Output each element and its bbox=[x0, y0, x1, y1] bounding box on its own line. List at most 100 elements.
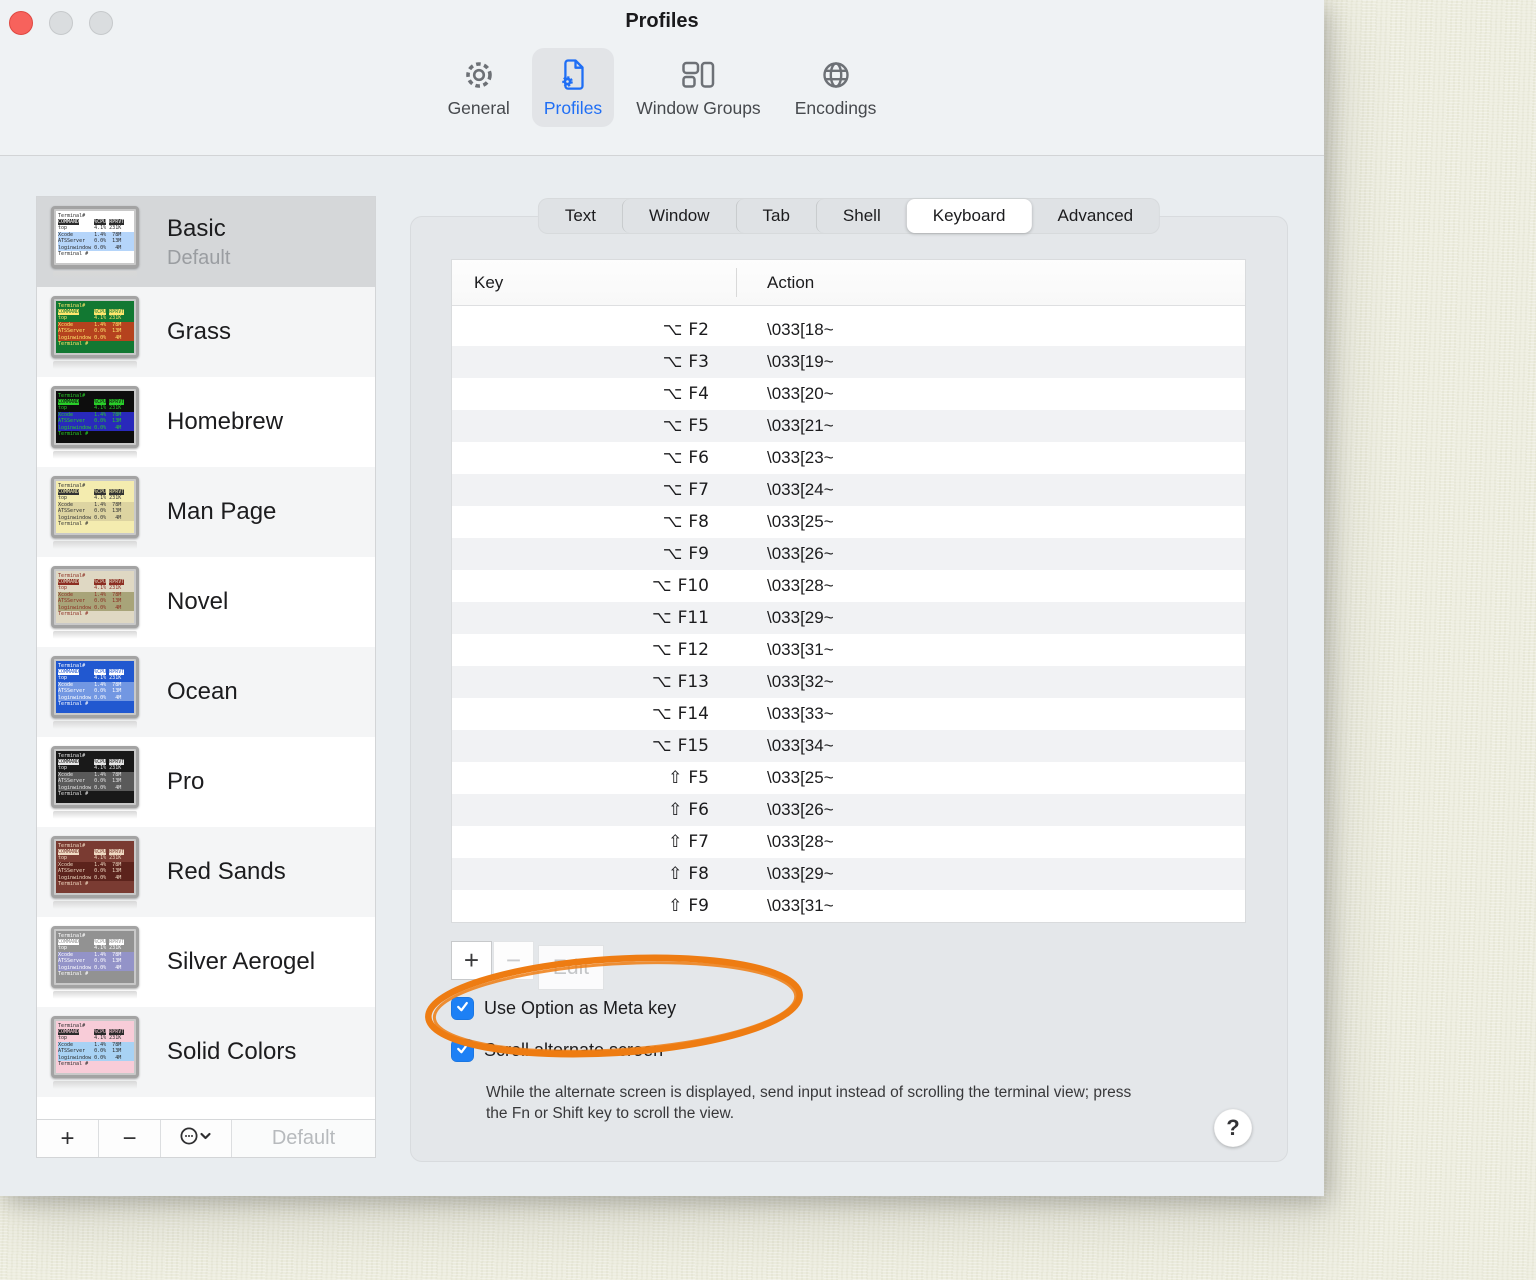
modifier-glyph: ⌥ bbox=[651, 608, 672, 628]
remove-key-button[interactable]: − bbox=[493, 941, 534, 980]
key-name: F9 bbox=[688, 896, 709, 916]
profile-thumbnail: Terminal# COMMAND %CPU RPRVT top 4.1% 231K… bbox=[51, 565, 145, 639]
sidebar-item-grass[interactable]: Terminal# COMMAND %CPU RPRVT top 4.1% 231K… bbox=[37, 287, 375, 377]
shortcut-row[interactable]: ⌥ F5 \033[21~ bbox=[452, 410, 1245, 442]
modifier-glyph: ⌥ bbox=[662, 320, 683, 340]
gear-icon bbox=[459, 55, 499, 95]
use-option-as-meta-key-checkbox[interactable] bbox=[451, 997, 474, 1020]
toolbar-item-general[interactable]: General bbox=[436, 48, 522, 127]
shortcut-row[interactable]: ⌥ F12 \033[31~ bbox=[452, 634, 1245, 666]
toolbar-item-window-groups[interactable]: Window Groups bbox=[624, 48, 773, 127]
sidebar-item-pro[interactable]: Terminal# COMMAND %CPU RPRVT top 4.1% 231K… bbox=[37, 737, 375, 827]
thumbnail-reflection bbox=[53, 630, 137, 639]
scroll-alternate-screen-checkbox[interactable] bbox=[451, 1039, 474, 1062]
modifier-glyph: ⌥ bbox=[662, 544, 683, 564]
tab-shell[interactable]: Shell bbox=[815, 199, 907, 233]
keyboard-shortcuts-table: Key Action ⌥ F2 \033[18~ ⌥ F3 \033[19~ ⌥ F4… bbox=[451, 259, 1246, 923]
shortcut-row[interactable]: ⇧ F6 \033[26~ bbox=[452, 794, 1245, 826]
key-name: F2 bbox=[688, 320, 709, 340]
action-sequence: \033[25~ bbox=[767, 512, 834, 531]
action-sequence: \033[31~ bbox=[767, 640, 834, 659]
shortcut-row[interactable]: ⌥ F9 \033[26~ bbox=[452, 538, 1245, 570]
key-name: F15 bbox=[677, 736, 709, 756]
tab-tab[interactable]: Tab bbox=[735, 199, 816, 233]
shortcut-row[interactable]: ⇧ F9 \033[31~ bbox=[452, 890, 1245, 922]
thumbnail-reflection bbox=[53, 270, 137, 279]
sidebar-item-basic[interactable]: Terminal# COMMAND %CPU RPRVT top 4.1% 231K… bbox=[37, 197, 375, 287]
modifier-glyph: ⌥ bbox=[662, 448, 683, 468]
shortcut-row[interactable]: ⌥ F10 \033[28~ bbox=[452, 570, 1245, 602]
thumbnail-reflection bbox=[53, 720, 137, 729]
shortcut-row[interactable]: ⌥ F2 \033[18~ bbox=[452, 314, 1245, 346]
action-sequence: \033[25~ bbox=[767, 768, 834, 787]
action-sequence: \033[29~ bbox=[767, 864, 834, 883]
sidebar-item-ocean[interactable]: Terminal# COMMAND %CPU RPRVT top 4.1% 231K… bbox=[37, 647, 375, 737]
sidebar-item-man-page[interactable]: Terminal# COMMAND %CPU RPRVT top 4.1% 231K… bbox=[37, 467, 375, 557]
action-sequence: \033[26~ bbox=[767, 800, 834, 819]
key-name: F7 bbox=[688, 480, 709, 500]
modifier-glyph: ⇧ bbox=[668, 864, 683, 884]
modifier-glyph: ⌥ bbox=[651, 672, 672, 692]
shortcut-row[interactable]: ⌥ F6 \033[23~ bbox=[452, 442, 1245, 474]
shortcut-row[interactable]: ⌥ F3 \033[19~ bbox=[452, 346, 1245, 378]
shortcut-row[interactable]: ⌥ F13 \033[32~ bbox=[452, 666, 1245, 698]
shortcut-row[interactable]: ⌥ F7 \033[24~ bbox=[452, 474, 1245, 506]
window-title: Profiles bbox=[625, 10, 699, 32]
shortcut-row[interactable]: ⌥ F14 \033[33~ bbox=[452, 698, 1245, 730]
modifier-glyph: ⌥ bbox=[662, 512, 683, 532]
action-sequence: \033[28~ bbox=[767, 576, 834, 595]
titlebar: Profiles General Profiles Window Groups … bbox=[0, 0, 1324, 156]
tab-keyboard[interactable]: Keyboard bbox=[906, 199, 1032, 233]
column-header-action: Action bbox=[767, 272, 815, 292]
modifier-glyph: ⌥ bbox=[651, 640, 672, 660]
shortcut-row[interactable]: ⌥ F4 \033[20~ bbox=[452, 378, 1245, 410]
key-name: F10 bbox=[677, 576, 709, 596]
shortcut-row[interactable]: ⇧ F7 \033[28~ bbox=[452, 826, 1245, 858]
profile-thumbnail: Terminal# COMMAND %CPU RPRVT top 4.1% 231K… bbox=[51, 205, 145, 279]
help-button[interactable]: ? bbox=[1214, 1109, 1252, 1147]
key-name: F6 bbox=[688, 448, 709, 468]
checkbox-label: Scroll alternate screen bbox=[484, 1040, 664, 1060]
modifier-glyph: ⌥ bbox=[662, 480, 683, 500]
profile-name: Ocean bbox=[167, 678, 238, 705]
toolbar-label: General bbox=[447, 98, 510, 118]
tab-advanced[interactable]: Advanced bbox=[1032, 199, 1160, 233]
profile-name: Grass bbox=[167, 318, 232, 345]
thumbnail-reflection bbox=[53, 450, 137, 459]
modifier-glyph: ⇧ bbox=[668, 768, 683, 788]
scroll-alternate-screen-description: While the alternate screen is displayed,… bbox=[486, 1084, 1132, 1122]
action-sequence: \033[24~ bbox=[767, 480, 834, 499]
shortcut-row[interactable]: ⌥ F11 \033[29~ bbox=[452, 602, 1245, 634]
thumbnail-reflection bbox=[53, 540, 137, 549]
shortcut-row[interactable]: ⇧ F8 \033[29~ bbox=[452, 858, 1245, 890]
add-profile-button[interactable]: + bbox=[37, 1120, 99, 1157]
sidebar-item-red-sands[interactable]: Terminal# COMMAND %CPU RPRVT top 4.1% 231K… bbox=[37, 827, 375, 917]
toolbar-label: Encodings bbox=[794, 98, 877, 118]
shortcut-row[interactable]: ⌥ F15 \033[34~ bbox=[452, 730, 1245, 762]
tab-text[interactable]: Text bbox=[539, 199, 622, 233]
profile-thumbnail: Terminal# COMMAND %CPU RPRVT top 4.1% 231K… bbox=[51, 925, 145, 999]
shortcut-row[interactable]: ⌥ F8 \033[25~ bbox=[452, 506, 1245, 538]
key-name: F8 bbox=[688, 864, 709, 884]
shortcut-row[interactable]: ⇧ F5 \033[25~ bbox=[452, 762, 1245, 794]
edit-key-button[interactable]: Edit bbox=[538, 945, 604, 990]
profile-subtitle: Default bbox=[167, 246, 231, 269]
sidebar-item-novel[interactable]: Terminal# COMMAND %CPU RPRVT top 4.1% 231K… bbox=[37, 557, 375, 647]
sidebar-item-solid-colors[interactable]: Terminal# COMMAND %CPU RPRVT top 4.1% 231K… bbox=[37, 1007, 375, 1097]
tab-window[interactable]: Window bbox=[622, 199, 735, 233]
toolbar-item-profiles[interactable]: Profiles bbox=[531, 48, 615, 127]
action-sequence: \033[23~ bbox=[767, 448, 834, 467]
add-key-button[interactable]: + bbox=[451, 941, 492, 980]
default-button[interactable]: Default bbox=[232, 1120, 375, 1157]
action-sequence: \033[34~ bbox=[767, 736, 834, 755]
key-name: F6 bbox=[688, 800, 709, 820]
tab-bar: Text Window Tab Shell Keyboard Advanced bbox=[537, 198, 1161, 234]
toolbar-item-encodings[interactable]: Encodings bbox=[783, 48, 889, 127]
thumbnail-reflection bbox=[53, 990, 137, 999]
window-groups-icon bbox=[678, 55, 718, 95]
remove-profile-button[interactable]: − bbox=[99, 1120, 161, 1157]
sidebar-item-silver-aerogel[interactable]: Terminal# COMMAND %CPU RPRVT top 4.1% 231K… bbox=[37, 917, 375, 1007]
more-options-button[interactable] bbox=[161, 1120, 232, 1157]
sidebar-item-homebrew[interactable]: Terminal# COMMAND %CPU RPRVT top 4.1% 231K… bbox=[37, 377, 375, 467]
key-name: F13 bbox=[677, 672, 709, 692]
